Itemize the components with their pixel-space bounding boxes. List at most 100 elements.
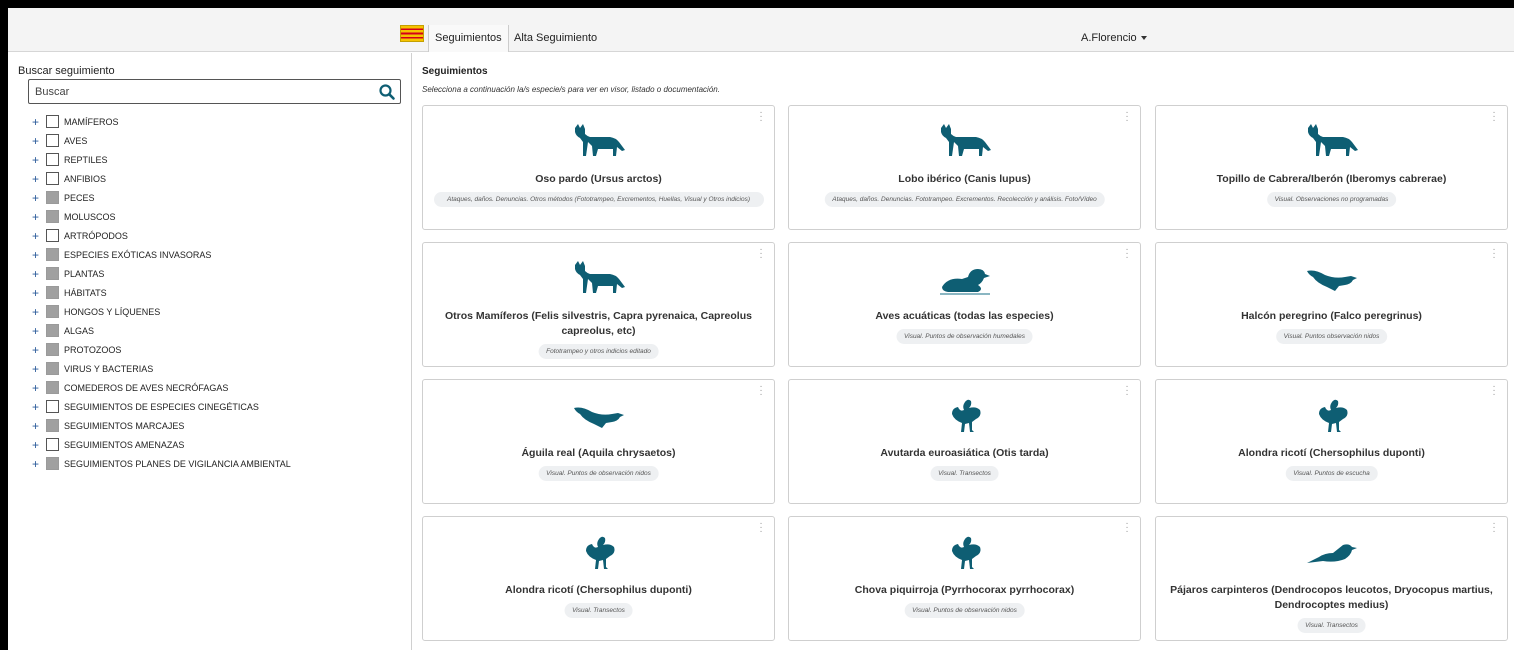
search-input[interactable] [29, 80, 359, 103]
category-checkbox[interactable] [46, 419, 59, 432]
expand-plus-icon[interactable]: + [32, 192, 41, 204]
tree-item[interactable]: + SEGUIMIENTOS PLANES DE VIGILANCIA AMBIE… [28, 456, 398, 475]
expand-plus-icon[interactable]: + [32, 154, 41, 166]
expand-plus-icon[interactable]: + [32, 344, 41, 356]
more-options-icon[interactable]: · · · [1491, 382, 1497, 400]
tree-item[interactable]: + MOLUSCOS [28, 209, 398, 228]
species-name: Halcón peregrino (Falco peregrinus) [1241, 310, 1422, 322]
category-checkbox[interactable] [46, 400, 59, 413]
category-checkbox[interactable] [46, 343, 59, 356]
tree-item[interactable]: + ANFIBIOS [28, 171, 398, 190]
species-card[interactable]: · · · Alondra ricotí (Chersophilus duponti)… [422, 516, 775, 641]
tree-item[interactable]: + ESPECIES EXÓTICAS INVASORAS [28, 247, 398, 266]
tree-item-label: SEGUIMIENTOS MARCAJES [64, 421, 185, 431]
expand-plus-icon[interactable]: + [32, 173, 41, 185]
expand-plus-icon[interactable]: + [32, 268, 41, 280]
expand-plus-icon[interactable]: + [32, 420, 41, 432]
tree-item[interactable]: + PROTOZOOS [28, 342, 398, 361]
expand-plus-icon[interactable]: + [32, 211, 41, 223]
expand-plus-icon[interactable]: + [32, 363, 41, 375]
expand-plus-icon[interactable]: + [32, 116, 41, 128]
expand-plus-icon[interactable]: + [32, 458, 41, 470]
nav-seguimientos[interactable]: Seguimientos [428, 25, 509, 52]
tree-item[interactable]: + PLANTAS [28, 266, 398, 285]
species-card[interactable]: · · · Aves acuáticas (todas las especies) Vi… [788, 242, 1141, 367]
category-checkbox[interactable] [46, 210, 59, 223]
duck-icon [938, 259, 992, 299]
expand-plus-icon[interactable]: + [32, 382, 41, 394]
tree-item[interactable]: + SEGUIMIENTOS DE ESPECIES CINEGÉTICAS [28, 399, 398, 418]
more-options-icon[interactable]: · · · [1491, 108, 1497, 126]
category-checkbox[interactable] [46, 362, 59, 375]
tree-item[interactable]: + PECES [28, 190, 398, 209]
expand-plus-icon[interactable]: + [32, 135, 41, 147]
tree-item-label: ANFIBIOS [64, 174, 107, 184]
category-checkbox[interactable] [46, 457, 59, 470]
top-navigation-bar: Seguimientos Alta Seguimiento A.Florenci… [8, 8, 1514, 52]
species-card[interactable]: · · · Oso pardo (Ursus arctos) Ataques, daño… [422, 105, 775, 230]
species-name: Águila real (Aquila chrysaetos) [521, 447, 676, 459]
category-checkbox[interactable] [46, 267, 59, 280]
category-checkbox[interactable] [46, 229, 59, 242]
species-card[interactable]: · · · Chova piquirroja (Pyrrhocorax pyrrhoc… [788, 516, 1141, 641]
more-options-icon[interactable]: · · · [1124, 108, 1130, 126]
category-checkbox[interactable] [46, 438, 59, 451]
species-card[interactable]: · · · Avutarda euroasiática (Otis tarda) Vis… [788, 379, 1141, 504]
category-checkbox[interactable] [46, 134, 59, 147]
tree-item-label: VIRUS Y BACTERIAS [64, 364, 154, 374]
category-checkbox[interactable] [46, 286, 59, 299]
expand-plus-icon[interactable]: + [32, 439, 41, 451]
species-card[interactable]: · · · Halcón peregrino (Falco peregrinus) Vi… [1155, 242, 1508, 367]
species-card[interactable]: · · · Otros Mamíferos (Felis silvestris, Ca… [422, 242, 775, 367]
tree-item-label: SEGUIMIENTOS AMENAZAS [64, 440, 185, 450]
category-checkbox[interactable] [46, 324, 59, 337]
more-options-icon[interactable]: · · · [758, 382, 764, 400]
species-card[interactable]: · · · Lobo ibérico (Canis lupus) Ataques, da… [788, 105, 1141, 230]
tree-item[interactable]: + VIRUS Y BACTERIAS [28, 361, 398, 380]
expand-plus-icon[interactable]: + [32, 230, 41, 242]
more-options-icon[interactable]: · · · [1124, 382, 1130, 400]
expand-plus-icon[interactable]: + [32, 325, 41, 337]
tree-item[interactable]: + COMEDEROS DE AVES NECRÓFAGAS [28, 380, 398, 399]
category-checkbox[interactable] [46, 115, 59, 128]
nav-alta-seguimiento[interactable]: Alta Seguimiento [508, 25, 603, 52]
tree-item[interactable]: + ARTRÓPODOS [28, 228, 398, 247]
user-menu[interactable]: A.Florencio [1081, 25, 1147, 52]
fox-icon [1305, 122, 1359, 162]
tree-item-label: COMEDEROS DE AVES NECRÓFAGAS [64, 383, 229, 393]
tree-item[interactable]: + HONGOS Y LÍQUENES [28, 304, 398, 323]
expand-plus-icon[interactable]: + [32, 401, 41, 413]
category-checkbox[interactable] [46, 191, 59, 204]
more-options-icon[interactable]: · · · [1491, 245, 1497, 263]
tree-item[interactable]: + AVES [28, 133, 398, 152]
category-checkbox[interactable] [46, 305, 59, 318]
category-checkbox[interactable] [46, 381, 59, 394]
more-options-icon[interactable]: · · · [758, 245, 764, 263]
tree-item[interactable]: + HÁBITATS [28, 285, 398, 304]
tree-item[interactable]: + REPTILES [28, 152, 398, 171]
search-icon[interactable] [378, 83, 396, 101]
bird-icon [1305, 533, 1359, 573]
tree-item[interactable]: + SEGUIMIENTOS MARCAJES [28, 418, 398, 437]
species-card[interactable]: · · · Topillo de Cabrera/Iberón (Iberomys c… [1155, 105, 1508, 230]
tree-item[interactable]: + SEGUIMIENTOS AMENAZAS [28, 437, 398, 456]
species-card[interactable]: · · · Alondra ricotí (Chersophilus duponti)… [1155, 379, 1508, 504]
species-card[interactable]: · · · Águila real (Aquila chrysaetos) Visual… [422, 379, 775, 504]
species-name: Avutarda euroasiática (Otis tarda) [880, 447, 1049, 459]
more-options-icon[interactable]: · · · [758, 519, 764, 537]
category-checkbox[interactable] [46, 153, 59, 166]
aragon-flag-logo[interactable] [400, 25, 424, 42]
expand-plus-icon[interactable]: + [32, 287, 41, 299]
tree-item[interactable]: + ALGAS [28, 323, 398, 342]
more-options-icon[interactable]: · · · [1124, 519, 1130, 537]
expand-plus-icon[interactable]: + [32, 306, 41, 318]
tree-item[interactable]: + MAMÍFEROS [28, 114, 398, 133]
tree-item-label: ALGAS [64, 326, 95, 336]
species-card[interactable]: · · · Pájaros carpinteros (Dendrocopos leuc… [1155, 516, 1508, 641]
category-checkbox[interactable] [46, 172, 59, 185]
category-checkbox[interactable] [46, 248, 59, 261]
more-options-icon[interactable]: · · · [758, 108, 764, 126]
more-options-icon[interactable]: · · · [1491, 519, 1497, 537]
expand-plus-icon[interactable]: + [32, 249, 41, 261]
more-options-icon[interactable]: · · · [1124, 245, 1130, 263]
